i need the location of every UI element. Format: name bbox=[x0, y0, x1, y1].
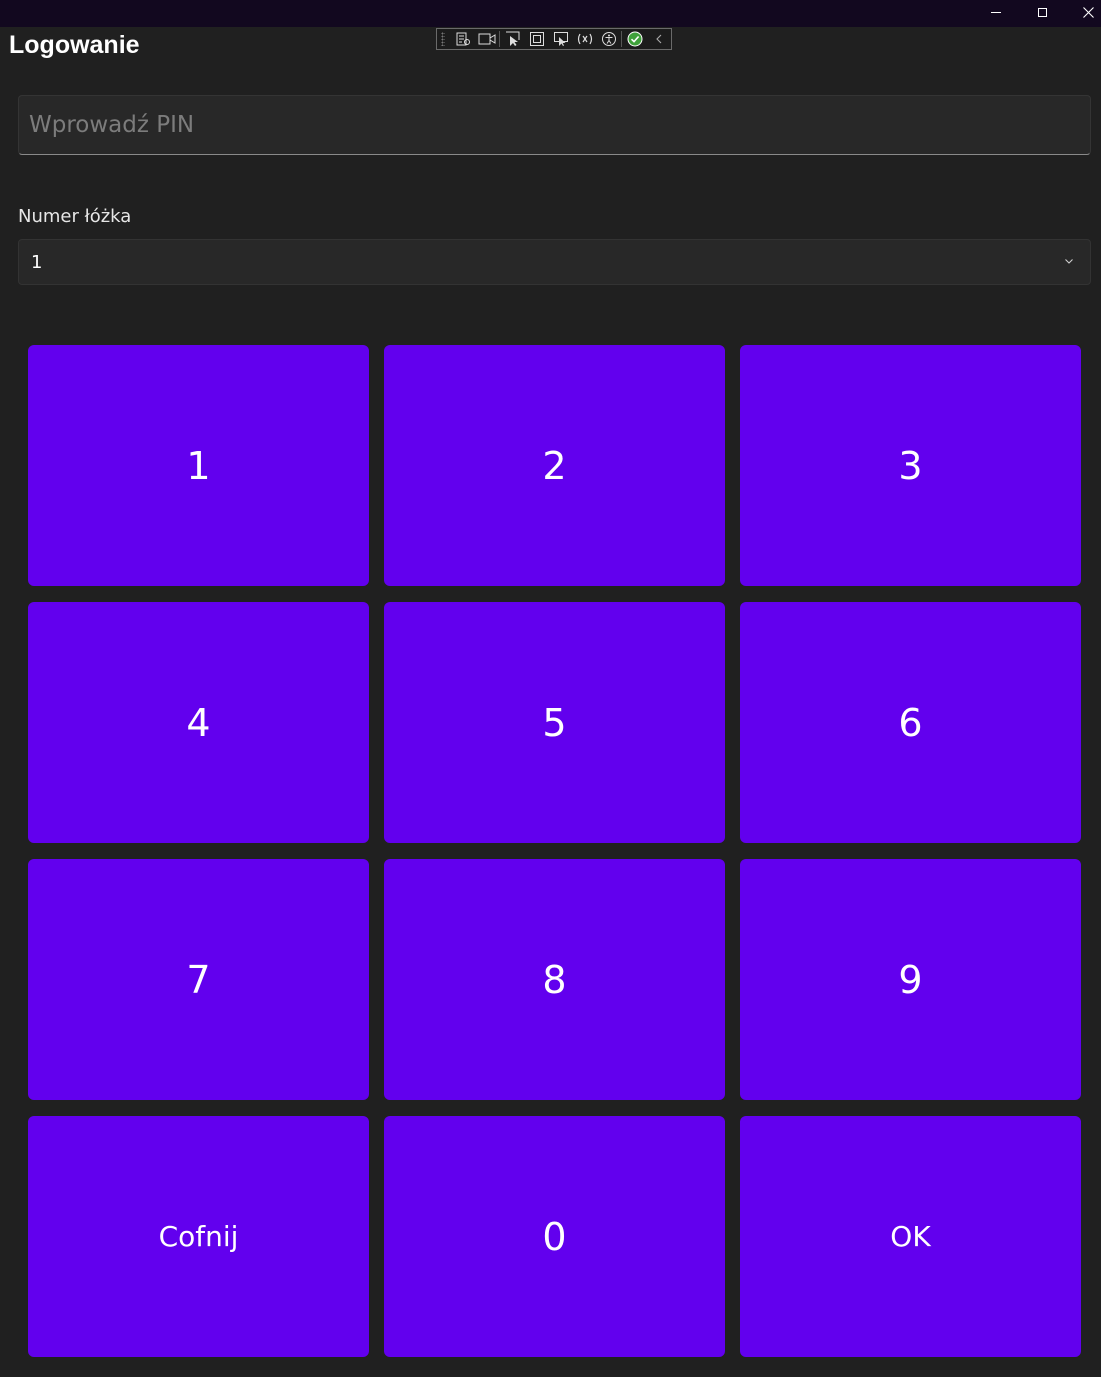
collapse-chevron-icon bbox=[656, 34, 662, 44]
key-3-button[interactable]: 3 bbox=[740, 345, 1081, 586]
close-button[interactable] bbox=[1065, 0, 1101, 24]
display-layout-adorners-button[interactable] bbox=[525, 30, 549, 48]
key-2-button[interactable]: 2 bbox=[384, 345, 725, 586]
key-1-button[interactable]: 1 bbox=[28, 345, 369, 586]
live-visual-tree-icon bbox=[456, 32, 470, 46]
toolbar-grip[interactable] bbox=[441, 32, 445, 46]
toolbar-separator bbox=[499, 31, 501, 47]
toolbar-separator bbox=[621, 31, 623, 47]
pin-input[interactable] bbox=[18, 95, 1091, 155]
check-status-icon bbox=[627, 31, 643, 47]
bed-number-selected-value: 1 bbox=[31, 251, 43, 273]
maximize-button[interactable] bbox=[1019, 0, 1065, 24]
pin-keypad: 1 2 3 4 5 6 7 8 9 Cofnij 0 OK bbox=[28, 345, 1081, 1357]
chevron-down-icon bbox=[1065, 259, 1073, 264]
xaml-debug-toolbar bbox=[436, 28, 672, 50]
ok-button[interactable]: OK bbox=[740, 1116, 1081, 1357]
key-0-button[interactable]: 0 bbox=[384, 1116, 725, 1357]
bed-number-select[interactable]: 1 bbox=[18, 239, 1091, 285]
back-button[interactable]: Cofnij bbox=[28, 1116, 369, 1357]
minimize-button[interactable] bbox=[973, 0, 1019, 24]
key-4-button[interactable]: 4 bbox=[28, 602, 369, 843]
key-7-button[interactable]: 7 bbox=[28, 859, 369, 1100]
track-focus-icon bbox=[553, 32, 568, 46]
status-button[interactable] bbox=[623, 30, 647, 48]
bed-number-label: Numer łóżka bbox=[18, 206, 132, 227]
key-5-button[interactable]: 5 bbox=[384, 602, 725, 843]
live-visual-tree-button[interactable] bbox=[451, 30, 475, 48]
binding-failures-icon bbox=[577, 33, 592, 45]
record-button[interactable] bbox=[475, 30, 499, 48]
record-icon bbox=[478, 33, 496, 45]
binding-failures-button[interactable] bbox=[573, 30, 597, 48]
accessibility-icon bbox=[601, 32, 616, 46]
key-9-button[interactable]: 9 bbox=[740, 859, 1081, 1100]
collapse-toolbar-button[interactable] bbox=[647, 30, 671, 48]
window-titlebar bbox=[0, 0, 1101, 27]
maximize-icon bbox=[1037, 7, 1047, 17]
key-8-button[interactable]: 8 bbox=[384, 859, 725, 1100]
display-layout-adorners-icon bbox=[530, 32, 545, 46]
key-6-button[interactable]: 6 bbox=[740, 602, 1081, 843]
track-focus-button[interactable] bbox=[549, 30, 573, 48]
page-title: Logowanie bbox=[9, 31, 140, 59]
accessibility-checker-button[interactable] bbox=[597, 30, 621, 48]
close-icon bbox=[1082, 6, 1094, 18]
select-element-icon bbox=[506, 31, 520, 46]
minimize-icon bbox=[991, 11, 1001, 13]
select-element-button[interactable] bbox=[501, 30, 525, 48]
